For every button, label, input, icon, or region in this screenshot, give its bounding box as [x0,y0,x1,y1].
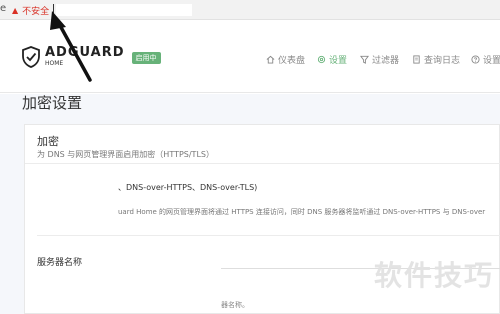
brand-subtitle: HOME [45,60,64,67]
server-name-label: 服务器名称 [37,258,83,268]
nav-query-log[interactable]: 查询日志 [412,53,460,66]
nav-settings-label: 设置 [329,56,348,66]
nav-filters-label: 过滤器 [372,56,400,66]
encryption-protocols-text: 、DNS-over-HTTPS、DNS-over-TLS) [118,183,258,192]
security-warning-label: 不安全 [22,7,50,17]
security-warning[interactable]: ▲ 不安全 [12,4,49,17]
nav-help[interactable]: 设置 [471,53,500,66]
nav-query-log-label: 查询日志 [424,56,461,66]
card-subtitle: 为 DNS 与网页管理界面启用加密（HTTPS/TLS） [37,150,214,159]
card-title: 加密 [37,135,59,148]
status-badge: 启用中 [131,52,161,64]
page-title: 加密设置 [22,94,83,112]
watermark: 软件技巧 [373,259,494,292]
browser-address-bar[interactable]: e ▲ 不安全 [0,0,500,20]
url-text-field[interactable] [56,4,192,16]
nav-dashboard-label: 仪表盘 [278,56,306,66]
nav-filters[interactable]: 过滤器 [360,53,399,66]
nav-settings[interactable]: 设置 [317,53,347,66]
card-divider [25,163,500,164]
brand-name: ADGUARD [45,45,125,60]
warning-triangle-icon: ▲ [12,6,19,15]
text-caret [53,4,54,16]
help-icon [471,55,480,64]
browser-edge-glyph: e [0,3,7,14]
filter-icon [360,55,369,64]
gear-icon [317,55,326,64]
log-icon [413,55,420,64]
logo-text: ADGUARD HOME [45,46,125,67]
home-icon [266,55,275,64]
section-divider [37,235,500,236]
encryption-description: uard Home 的网页管理界面将通过 HTTPS 连接访问，同时 DNS 服… [118,208,486,216]
adguard-shield-icon [22,46,40,68]
nav-help-label: 设置 [483,56,500,66]
nav-dashboard[interactable]: 仪表盘 [266,53,305,66]
app-header: ADGUARD HOME 启用中 仪表盘 设置 过滤器 查询日志 设置 [0,21,500,93]
logo[interactable]: ADGUARD HOME 启用中 [22,46,161,68]
server-name-hint: 器名称。 [221,301,249,309]
